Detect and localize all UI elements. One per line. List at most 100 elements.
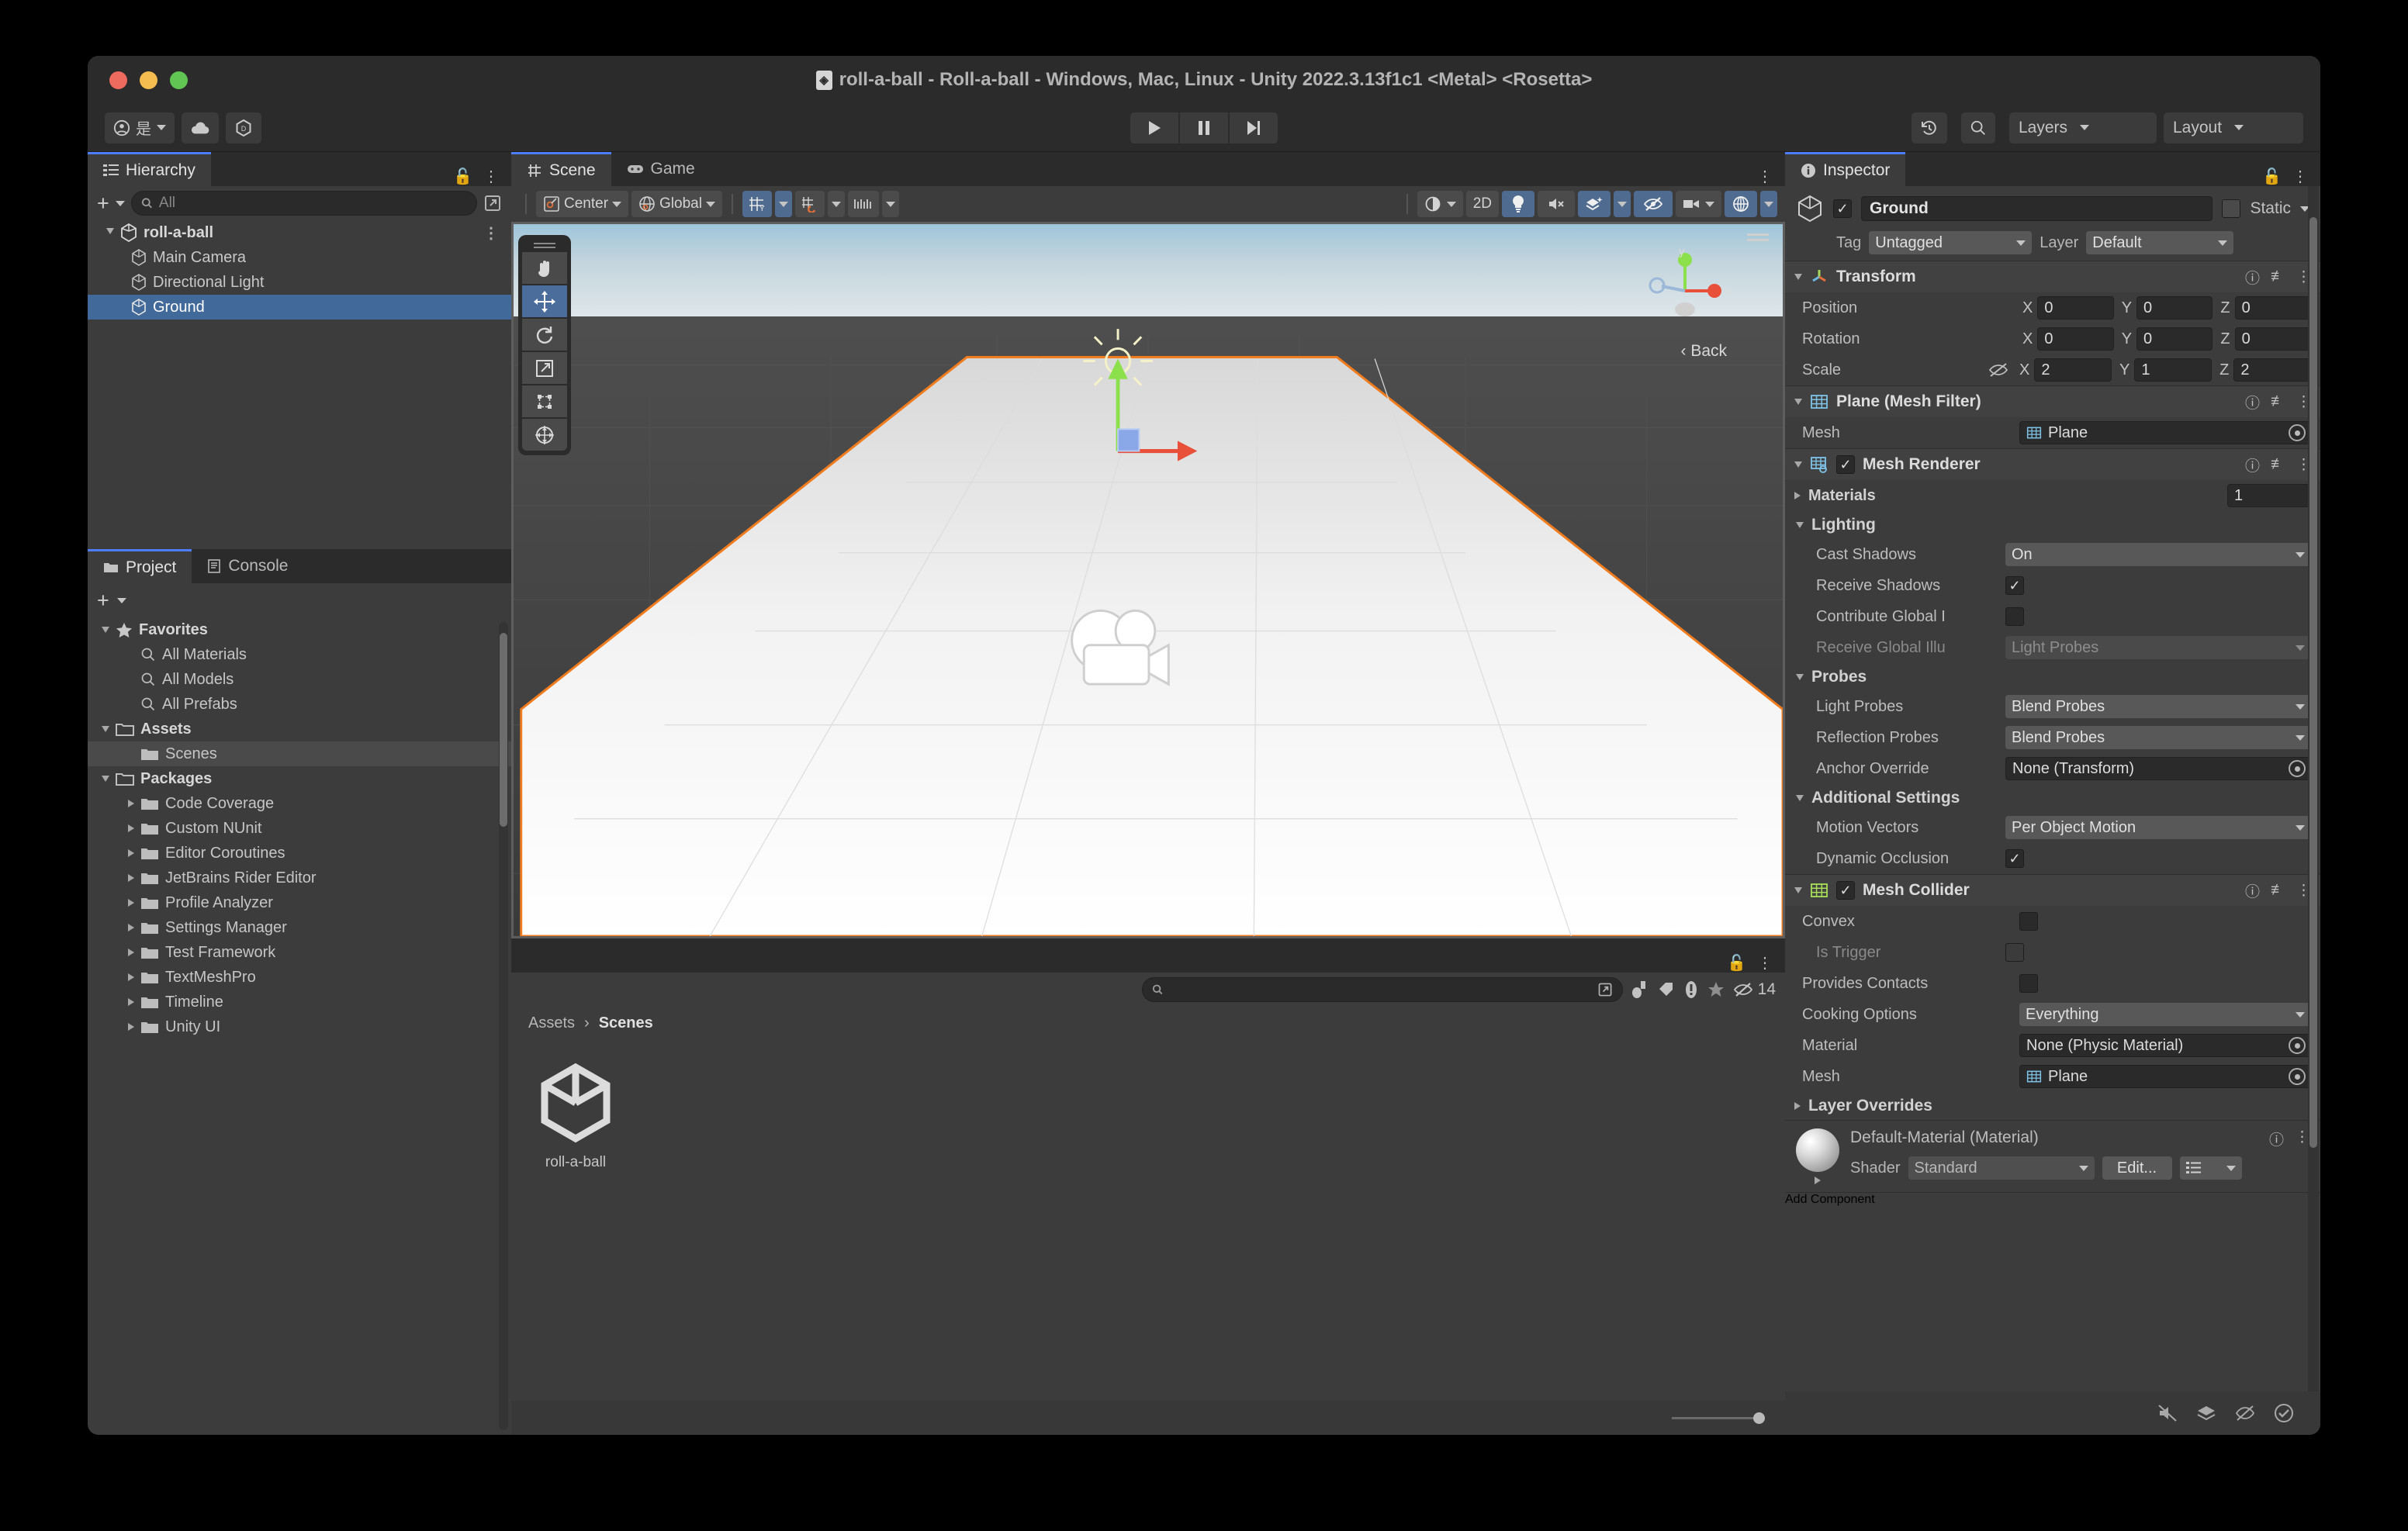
rect-tool[interactable] (522, 385, 567, 417)
help-icon[interactable]: ⓘ (2269, 1128, 2284, 1149)
transform-header[interactable]: Transform ⓘ ≢ ⋮ (1785, 261, 2320, 292)
kebab-menu-icon[interactable]: ⋮ (1757, 167, 1773, 186)
preset-icon[interactable]: ≢ (2271, 393, 2285, 410)
preset-icon[interactable]: ≢ (2271, 882, 2285, 899)
project-tree-item-editor-coroutines[interactable]: Editor Coroutines (88, 841, 511, 866)
scene-effects-toggle[interactable] (1578, 191, 1611, 217)
light-probes-dropdown[interactable]: Blend Probes (2005, 695, 2311, 718)
grid-size-dropdown[interactable] (881, 191, 899, 217)
search-expand-icon[interactable] (483, 194, 502, 213)
help-icon[interactable]: ⓘ (2245, 454, 2260, 475)
chevron-right-icon[interactable] (128, 998, 134, 1006)
lock-icon[interactable]: 🔓 (1727, 953, 1746, 973)
chevron-down-icon[interactable] (106, 227, 114, 238)
hidden-objects-toggle[interactable] (1634, 191, 1673, 217)
rotation-z-field[interactable]: 0 (2234, 327, 2311, 351)
gizmos-toggle[interactable] (1725, 191, 1757, 217)
scale-x-field[interactable]: 2 (2034, 358, 2112, 382)
object-picker-icon[interactable] (2289, 1068, 2306, 1085)
scene-orientation-gizmo[interactable]: x y (1631, 243, 1739, 336)
chevron-down-icon[interactable] (1794, 461, 1802, 468)
constrain-proportions-icon[interactable] (1988, 361, 2008, 378)
project-tree-item-all-prefabs[interactable]: All Prefabs (88, 692, 511, 717)
hidden-status-icon[interactable] (2235, 1404, 2255, 1422)
motion-vectors-dropdown[interactable]: Per Object Motion (2005, 816, 2311, 839)
chevron-right-icon[interactable] (128, 874, 134, 882)
help-icon[interactable]: ⓘ (2245, 267, 2260, 288)
gizmos-dropdown[interactable] (1760, 191, 1777, 217)
edit-shader-button[interactable]: Edit... (2102, 1156, 2172, 1180)
position-z-field[interactable]: 0 (2234, 296, 2311, 320)
project-search[interactable] (1141, 977, 1623, 1002)
scene-audio-toggle[interactable] (1538, 191, 1575, 217)
scene-view-options-icon[interactable] (1747, 233, 1769, 241)
project-tree-item-packages[interactable]: Packages (88, 766, 511, 791)
account-button[interactable]: 是 (105, 112, 175, 143)
scrollbar-thumb[interactable] (500, 633, 507, 827)
chevron-right-icon[interactable] (128, 899, 134, 907)
object-picker-icon[interactable] (2289, 424, 2306, 441)
dynamic-occlusion-checkbox[interactable]: ✓ (2005, 849, 2024, 868)
scene-orientation-label[interactable]: ‹ Back (1680, 342, 1727, 361)
project-tree-item-settings-manager[interactable]: Settings Manager (88, 915, 511, 940)
pause-button[interactable] (1180, 112, 1228, 143)
material-presets-dropdown[interactable] (2179, 1156, 2242, 1180)
create-asset-button[interactable]: + (97, 589, 109, 611)
window-controls[interactable] (109, 71, 188, 89)
mesh-renderer-enabled-checkbox[interactable]: ✓ (1836, 455, 1855, 474)
unity-services-button[interactable]: D (226, 112, 261, 143)
project-search-input[interactable] (1169, 981, 1591, 998)
chevron-down-icon[interactable] (102, 776, 109, 782)
preset-icon[interactable]: ≢ (2271, 268, 2285, 285)
chevron-right-icon[interactable] (128, 849, 134, 857)
close-button[interactable] (109, 71, 127, 89)
scale-z-field[interactable]: 2 (2233, 358, 2312, 382)
collider-material-field[interactable]: None (Physic Material) (2019, 1034, 2311, 1057)
mesh-collider-header[interactable]: ✓ Mesh Collider ⓘ ≢ ⋮ (1785, 875, 2320, 906)
chevron-right-icon[interactable] (128, 924, 134, 931)
tab-scene[interactable]: Scene (511, 152, 611, 186)
chevron-down-icon[interactable] (1796, 674, 1804, 680)
add-component-button[interactable]: Add Component (1785, 1193, 2320, 1207)
layout-dropdown[interactable]: Layout (2164, 112, 2303, 143)
breadcrumb-scenes[interactable]: Scenes (599, 1014, 653, 1032)
lock-icon[interactable]: 🔓 (2262, 167, 2282, 186)
materials-count-field[interactable]: 1 (2227, 484, 2311, 507)
project-tree-scrollbar[interactable] (499, 622, 508, 1430)
project-tree-item-timeline[interactable]: Timeline (88, 990, 511, 1014)
slider-track[interactable] (1672, 1412, 1765, 1424)
cloud-button[interactable] (182, 112, 219, 143)
project-tree-item-favorites[interactable]: Favorites (88, 617, 511, 642)
layers-dropdown[interactable]: Layers (2009, 112, 2157, 143)
add-object-button[interactable]: + (97, 192, 109, 214)
scene-camera-button[interactable] (1676, 191, 1721, 217)
inspector-scrollbar[interactable] (2308, 186, 2319, 1391)
mesh-filter-mesh-field[interactable]: Plane (2019, 421, 2311, 444)
project-tree-item-all-models[interactable]: All Models (88, 667, 511, 692)
chevron-down-icon[interactable] (1796, 522, 1804, 528)
help-icon[interactable]: ⓘ (2245, 392, 2260, 413)
tab-inspector[interactable]: Inspector (1785, 152, 1906, 186)
transform-tool[interactable] (522, 419, 567, 451)
hierarchy-search[interactable] (130, 191, 477, 216)
snap-increment-button[interactable] (794, 191, 825, 217)
receive-shadows-checkbox[interactable]: ✓ (2005, 576, 2024, 595)
view-2d-toggle[interactable]: 2D (1465, 191, 1499, 217)
help-icon[interactable]: ⓘ (2245, 880, 2260, 901)
kebab-menu-icon[interactable]: ⋮ (2292, 167, 2308, 186)
project-tree-item-code-coverage[interactable]: Code Coverage (88, 791, 511, 816)
filter-label-icon[interactable] (1657, 980, 1676, 999)
rotation-x-field[interactable]: 0 (2037, 327, 2114, 351)
mesh-filter-header[interactable]: Plane (Mesh Filter) ⓘ ≢ ⋮ (1785, 386, 2320, 417)
project-tree-item-all-materials[interactable]: All Materials (88, 642, 511, 667)
materials-row[interactable]: Materials 1 (1785, 480, 2320, 511)
project-tree-item-scenes[interactable]: Scenes (88, 741, 511, 766)
undo-history-button[interactable] (1912, 112, 1947, 143)
preset-icon[interactable]: ≢ (2271, 456, 2285, 473)
shading-mode-dropdown[interactable] (1417, 191, 1463, 217)
cast-shadows-dropdown[interactable]: On (2005, 543, 2311, 566)
chevron-down-icon[interactable] (102, 627, 109, 633)
chevron-right-icon[interactable] (128, 1023, 134, 1031)
rotate-tool[interactable] (522, 319, 567, 351)
provides-contacts-checkbox[interactable] (2019, 974, 2038, 993)
